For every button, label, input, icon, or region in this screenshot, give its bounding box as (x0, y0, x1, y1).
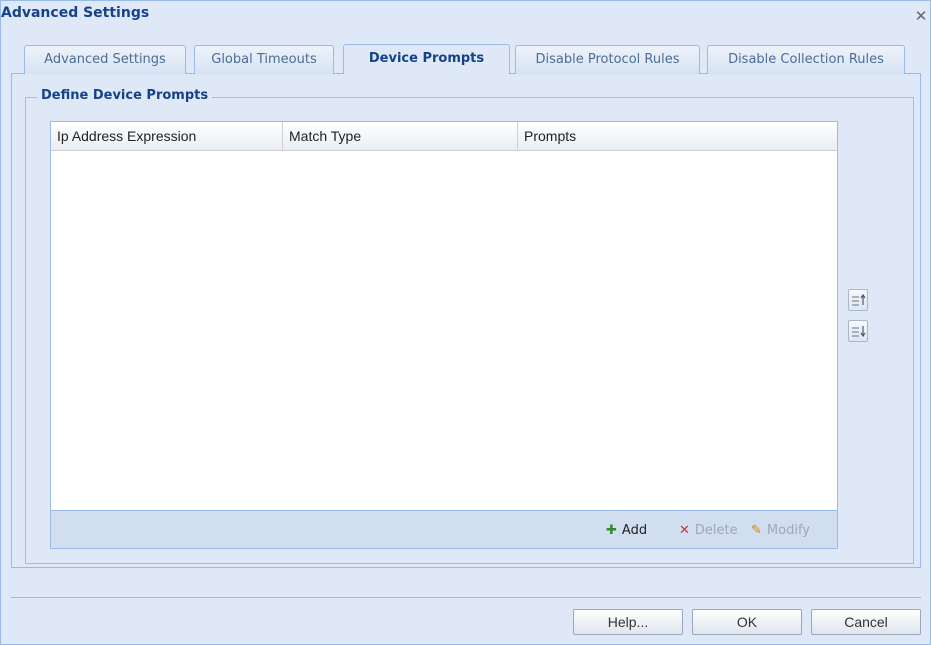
grid-header: Ip Address Expression Match Type Prompts (51, 122, 837, 151)
device-prompts-grid[interactable]: Ip Address Expression Match Type Prompts (50, 121, 838, 511)
column-header-match-type[interactable]: Match Type (283, 122, 518, 150)
x-icon: ✕ (679, 523, 690, 538)
tab-global-timeouts[interactable]: Global Timeouts (194, 45, 334, 74)
fieldset-legend: Define Device Prompts (37, 88, 213, 103)
pencil-icon: ✎ (751, 523, 762, 538)
move-down-icon (852, 326, 866, 338)
tab-bar: Advanced Settings Global Timeouts Device… (11, 31, 921, 74)
modify-label: Modify (766, 523, 810, 538)
plus-icon: ✚ (606, 523, 617, 538)
close-icon[interactable]: ✕ (914, 8, 928, 24)
title-bar[interactable]: Advanced Settings ✕ (1, 1, 930, 31)
add-button[interactable]: ✚ Add (606, 523, 647, 539)
grid-body[interactable] (51, 151, 837, 510)
move-up-icon (852, 293, 866, 306)
add-label: Add (621, 523, 648, 538)
move-up-button[interactable] (848, 289, 868, 311)
advanced-settings-dialog: Advanced Settings ✕ Advanced Settings Gl… (0, 0, 931, 645)
modify-button[interactable]: ✎ Modify (751, 523, 810, 539)
delete-label: Delete (694, 523, 738, 538)
tab-disable-protocol-rules[interactable]: Disable Protocol Rules (515, 45, 700, 74)
footer-divider (11, 597, 921, 598)
move-down-button[interactable] (848, 320, 868, 342)
delete-button[interactable]: ✕ Delete (679, 523, 738, 539)
dialog-title: Advanced Settings (1, 5, 150, 21)
ok-button[interactable]: OK (692, 609, 802, 635)
tab-disable-collection-rules[interactable]: Disable Collection Rules (707, 45, 905, 74)
column-header-ip-address-expression[interactable]: Ip Address Expression (51, 122, 283, 150)
tab-device-prompts[interactable]: Device Prompts (343, 44, 510, 74)
cancel-button[interactable]: Cancel (811, 609, 921, 635)
column-header-prompts[interactable]: Prompts (518, 122, 837, 150)
tab-advanced-settings[interactable]: Advanced Settings (24, 45, 186, 74)
help-button[interactable]: Help... (573, 609, 683, 635)
grid-toolbar: ✚ Add ✕ Delete ✎ Modify (50, 511, 838, 549)
